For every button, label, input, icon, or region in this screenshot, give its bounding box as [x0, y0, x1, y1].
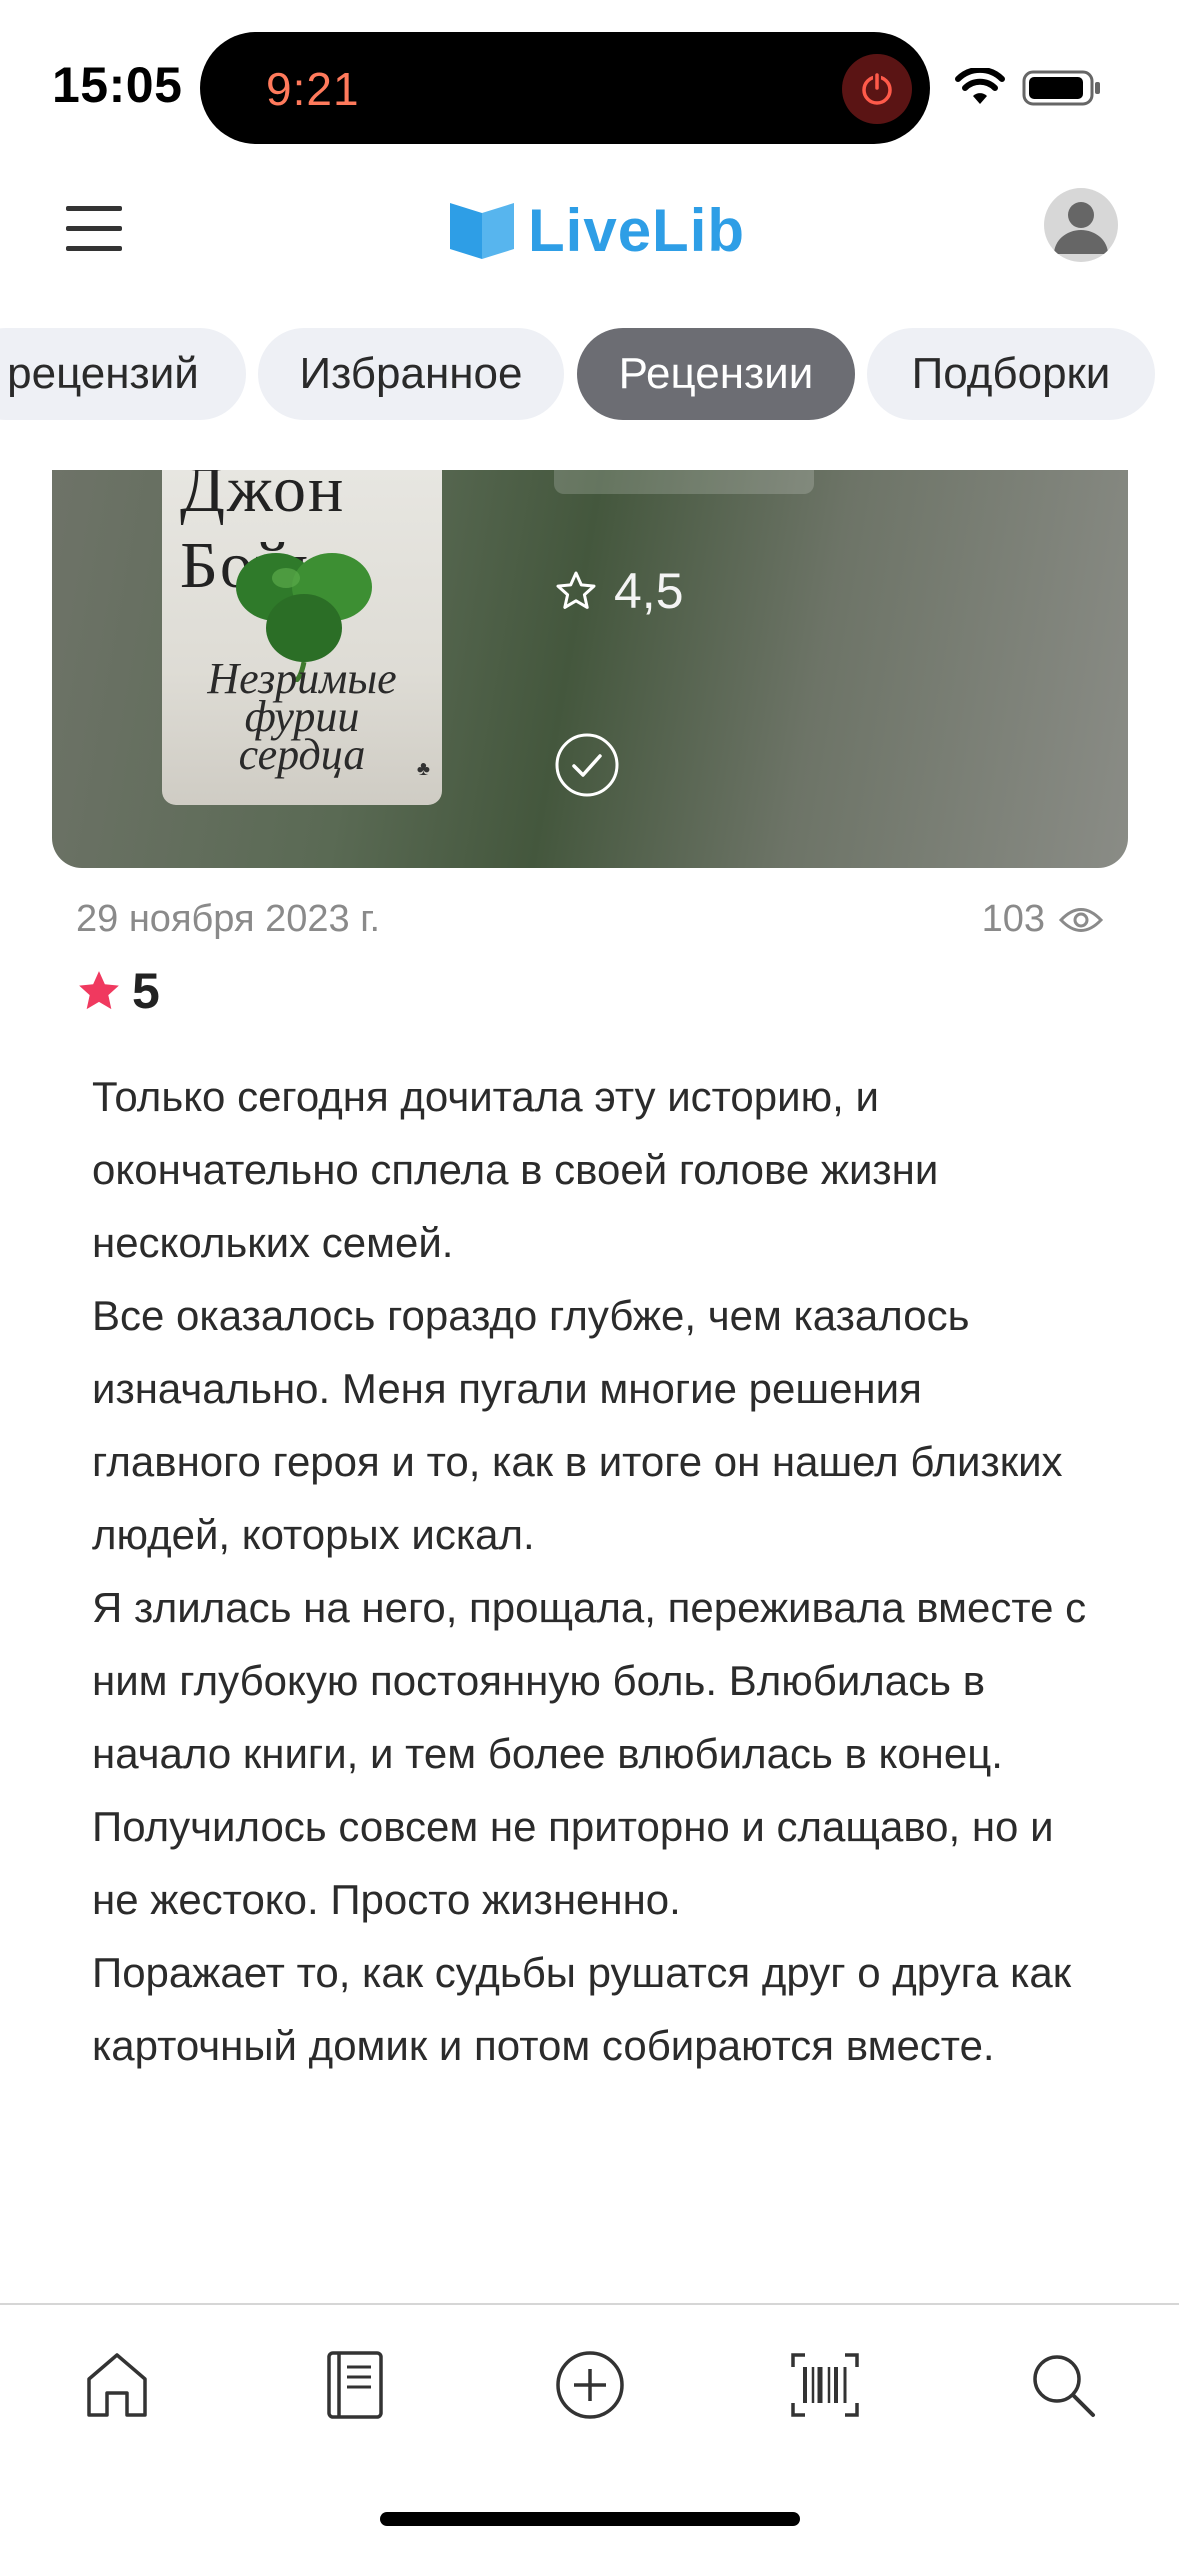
- dynamic-island[interactable]: 9:21: [200, 32, 930, 144]
- notebook-icon[interactable]: [315, 2345, 395, 2425]
- user-rating: 5: [76, 962, 160, 1020]
- publisher-mark: ♣: [416, 758, 430, 780]
- island-timer: 9:21: [266, 63, 360, 115]
- bottom-nav: [0, 2303, 1179, 2465]
- home-indicator[interactable]: [380, 2512, 800, 2526]
- eye-icon: [1059, 907, 1103, 932]
- review-paragraph: Все оказалось гораздо глубже, чем казало…: [92, 1292, 1063, 1558]
- review-paragraph: Поражает то, как судьбы рушатся друг о д…: [92, 1949, 1072, 2069]
- battery-icon: [1022, 70, 1100, 106]
- views-count: 103: [981, 898, 1045, 940]
- status-time: 15:05: [52, 57, 183, 113]
- review-date: 29 ноября 2023 г.: [76, 898, 380, 940]
- logo-text: LiveLib: [528, 196, 746, 264]
- star-filled-icon: [79, 971, 119, 1010]
- tab-favorites[interactable]: Избранное: [258, 328, 564, 420]
- review-views: 103: [982, 898, 1103, 941]
- book-card[interactable]: Джон Бойн Незримые фурии сердца ♣ 4,5: [52, 470, 1128, 868]
- star-outline-icon: [556, 571, 596, 609]
- logo[interactable]: LiveLib: [448, 190, 745, 270]
- menu-icon[interactable]: [62, 204, 132, 254]
- tab-reviews-count[interactable]: рецензий: [0, 328, 246, 420]
- cover-title: Незримые фурии сердца: [207, 654, 397, 779]
- book-cover[interactable]: Джон Бойн Незримые фурии сердца ♣: [162, 470, 442, 805]
- home-icon[interactable]: [77, 2345, 157, 2425]
- book-rating: 4,5: [554, 562, 684, 620]
- review-text: Только сегодня дочитала эту историю, и о…: [92, 1060, 1102, 2082]
- user-rating-value: 5: [132, 963, 160, 1019]
- tab-reviews[interactable]: Рецензии: [577, 328, 855, 420]
- add-circle-icon[interactable]: [550, 2345, 630, 2425]
- wifi-icon: [955, 68, 1005, 104]
- logo-book-icon: [450, 203, 514, 259]
- search-icon[interactable]: [1023, 2345, 1103, 2425]
- barcode-icon[interactable]: [785, 2345, 865, 2425]
- clipped-text: [554, 470, 814, 494]
- review-paragraph: Я злилась на него, прощала, переживала в…: [92, 1584, 1087, 1923]
- avatar-icon[interactable]: [1044, 188, 1118, 262]
- app-header: LiveLib: [0, 160, 1179, 300]
- book-rating-value: 4,5: [614, 563, 684, 619]
- tab-collections[interactable]: Подборки: [867, 328, 1155, 420]
- section-tabs: рецензий Избранное Рецензии Подборки: [0, 328, 1179, 424]
- review-paragraph: Только сегодня дочитала эту историю, и о…: [92, 1073, 939, 1266]
- stop-icon[interactable]: [842, 54, 912, 124]
- check-circle-icon[interactable]: [554, 732, 620, 798]
- status-bar: 15:05 9:21: [0, 0, 1179, 160]
